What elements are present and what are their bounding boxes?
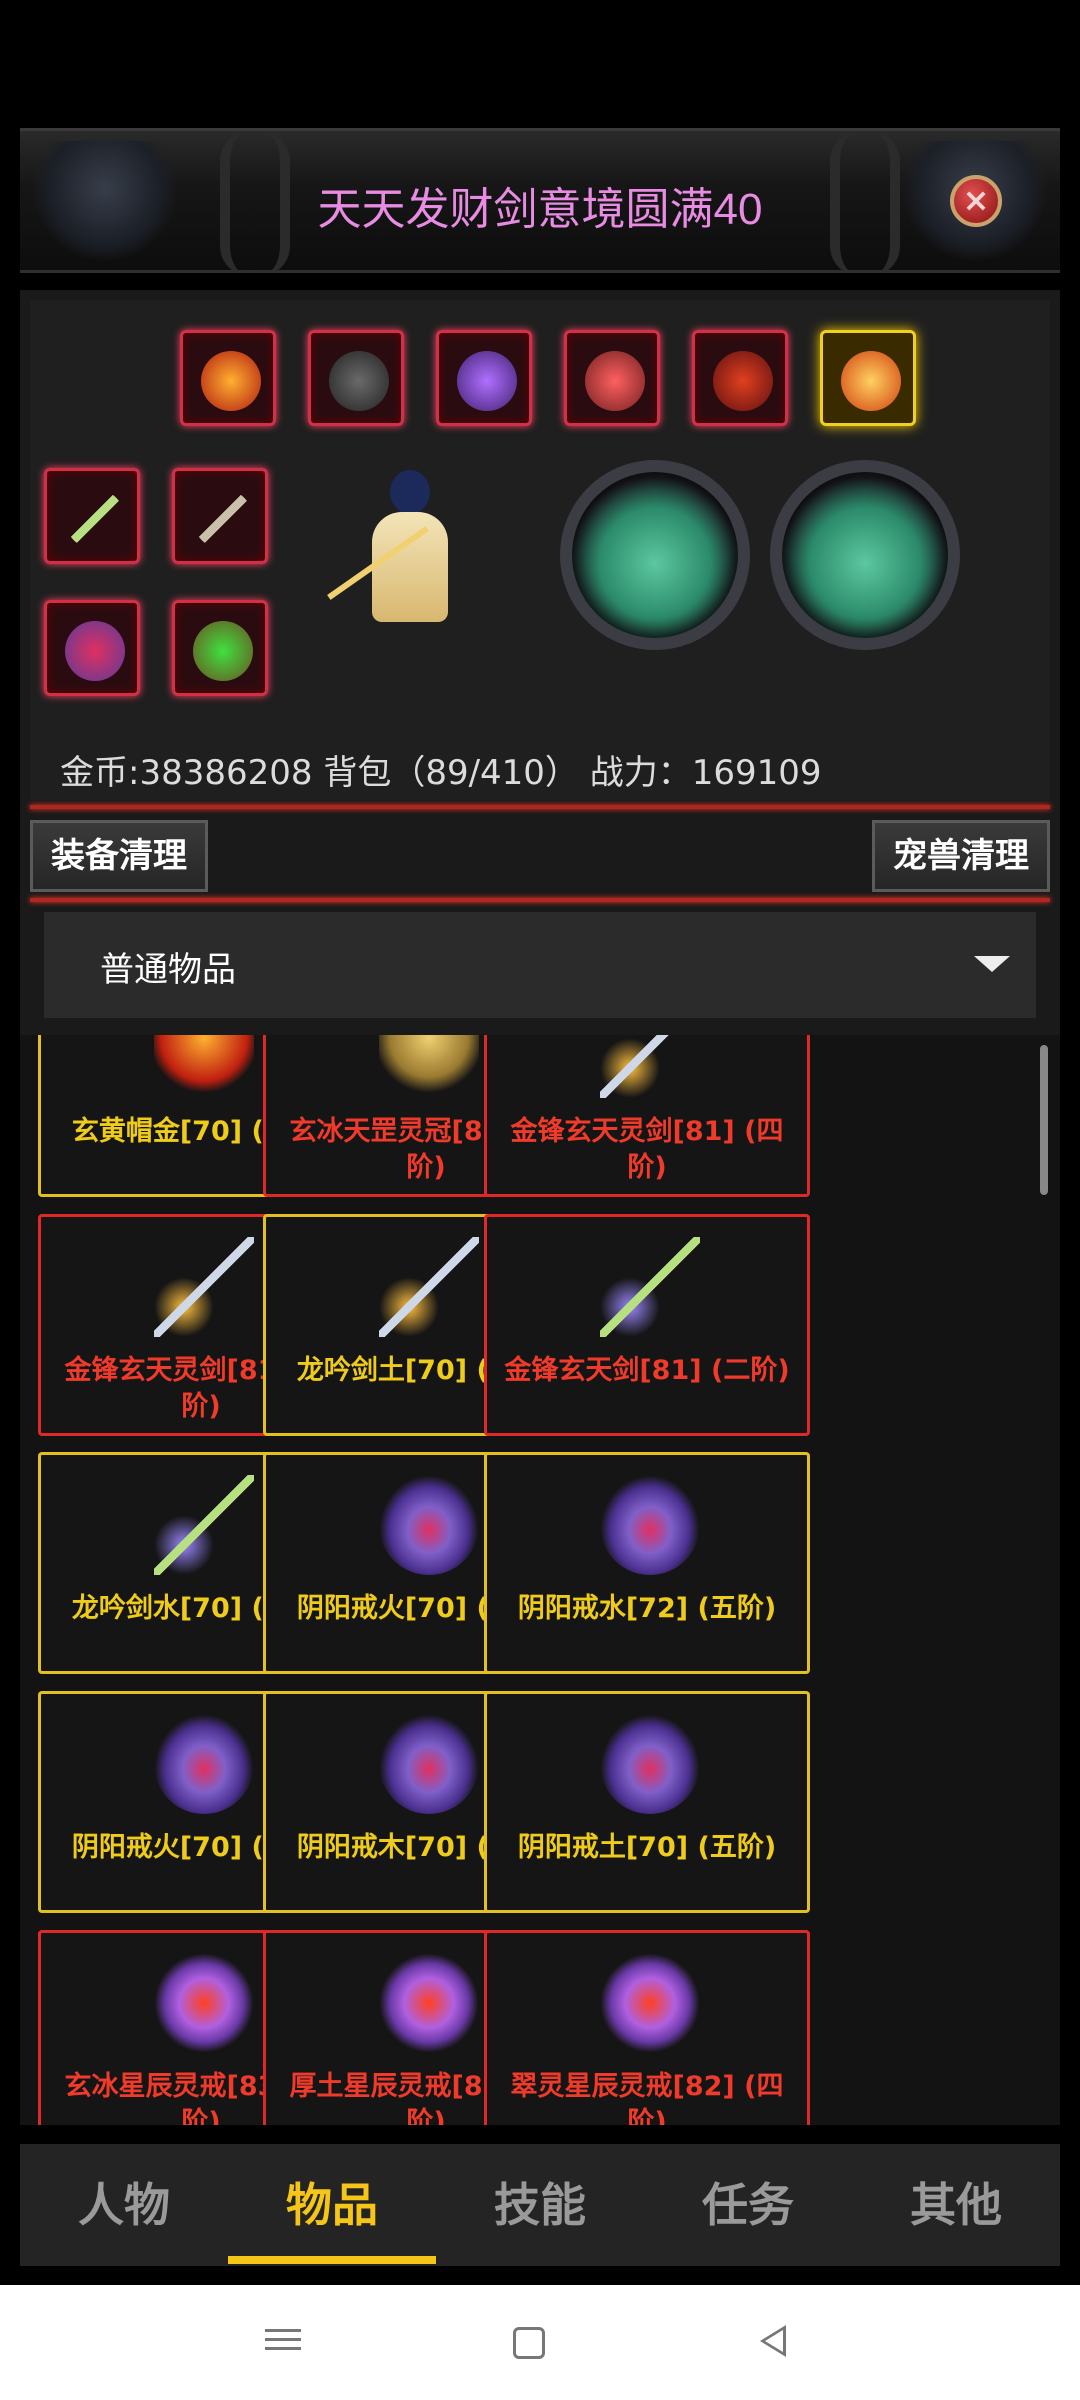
item-card[interactable]: 阴阳戒水[72] (五阶) xyxy=(484,1452,810,1675)
item-label: 金锋玄天灵剑[81] (四阶) xyxy=(510,1116,784,1183)
pet-dragon-2-icon[interactable] xyxy=(770,460,960,650)
character-avatar xyxy=(310,450,510,640)
helmet-icon xyxy=(154,1035,254,1098)
ring-icon xyxy=(600,1952,700,2053)
sword-icon xyxy=(154,1236,254,1337)
ring-icon xyxy=(379,1475,479,1576)
character-stats: 金币:38386208 背包（89/410） 战力：169109 xyxy=(60,753,822,793)
equip-slot-weapon-2[interactable] xyxy=(172,468,268,564)
dropdown-selected-value: 普通物品 xyxy=(100,950,236,990)
ring-icon xyxy=(379,1952,479,2053)
character-panel: 金币:38386208 背包（89/410） 战力：169109 装备清理 宠兽… xyxy=(20,290,1060,1110)
tab-items[interactable]: 物品 xyxy=(228,2144,436,2266)
close-icon[interactable]: × xyxy=(950,175,1002,227)
ring-icon xyxy=(600,1475,700,1576)
window-title: 天天发财剑意境圆满40 xyxy=(317,185,763,234)
tab-quests[interactable]: 任务 xyxy=(644,2144,852,2266)
equip-slot-weapon-1[interactable] xyxy=(44,468,140,564)
ring-icon xyxy=(600,1714,700,1815)
pet-dragon-1-icon[interactable] xyxy=(560,460,750,650)
bottom-tab-bar: 人物 物品 技能 任务 其他 xyxy=(20,2144,1060,2266)
item-category-dropdown[interactable]: 普通物品 xyxy=(44,912,1036,1018)
scrollbar[interactable] xyxy=(1040,1045,1048,1195)
ring-icon xyxy=(379,1714,479,1815)
chevron-down-icon xyxy=(974,956,1010,972)
equip-slot-orb[interactable] xyxy=(820,330,916,426)
system-navigation-bar xyxy=(0,2285,1080,2400)
sword-icon xyxy=(600,1236,700,1337)
equip-slot-ring[interactable] xyxy=(44,600,140,696)
equip-slot-helmet[interactable] xyxy=(180,330,276,426)
sword-icon xyxy=(379,1236,479,1337)
equip-slot-belt[interactable] xyxy=(172,600,268,696)
divider xyxy=(30,898,1050,902)
item-card[interactable]: 阴阳戒土[70] (五阶) xyxy=(484,1691,810,1914)
menu-icon[interactable] xyxy=(263,2323,303,2363)
divider xyxy=(30,805,1050,809)
item-card[interactable]: 翠灵星辰灵戒[82] (四阶) xyxy=(484,1929,810,2125)
item-card[interactable]: 金锋玄天灵剑[81] (四阶) xyxy=(484,1035,810,1197)
crown-icon xyxy=(379,1035,479,1098)
item-label: 阴阳戒水[72] (五阶) xyxy=(517,1593,777,1625)
home-icon[interactable] xyxy=(513,2327,545,2359)
sword-icon xyxy=(154,1475,254,1576)
equip-slot-shoulder[interactable] xyxy=(564,330,660,426)
tab-skills[interactable]: 技能 xyxy=(436,2144,644,2266)
ring-icon xyxy=(154,1952,254,2053)
sword-icon xyxy=(600,1035,700,1098)
back-icon[interactable] xyxy=(760,2325,786,2357)
item-card[interactable]: 金锋玄天剑[81] (二阶) xyxy=(484,1213,810,1436)
equip-slot-armor[interactable] xyxy=(308,330,404,426)
ring-icon xyxy=(154,1714,254,1815)
equip-slot-amulet[interactable] xyxy=(436,330,532,426)
equip-clean-button[interactable]: 装备清理 xyxy=(30,820,208,892)
title-banner: 天天发财剑意境圆满40 × xyxy=(20,128,1060,273)
status-bar xyxy=(0,0,1080,110)
item-label: 阴阳戒土[70] (五阶) xyxy=(517,1832,777,1864)
tab-other[interactable]: 其他 xyxy=(852,2144,1060,2266)
equip-slot-boots[interactable] xyxy=(692,330,788,426)
tab-character[interactable]: 人物 xyxy=(20,2144,228,2266)
items-grid[interactable]: 玄黄帽金[70] (五阶) 玄冰天罡灵冠[83] (四阶) 金锋玄天灵剑[81] (… xyxy=(20,1035,1060,2125)
item-label: 金锋玄天剑[81] (二阶) xyxy=(504,1354,790,1386)
pet-clean-button[interactable]: 宠兽清理 xyxy=(872,820,1050,892)
active-tab-indicator xyxy=(228,2256,436,2264)
item-label: 翠灵星辰灵戒[82] (四阶) xyxy=(510,2070,784,2125)
equipment-area: 金币:38386208 背包（89/410） 战力：169109 xyxy=(30,300,1050,800)
